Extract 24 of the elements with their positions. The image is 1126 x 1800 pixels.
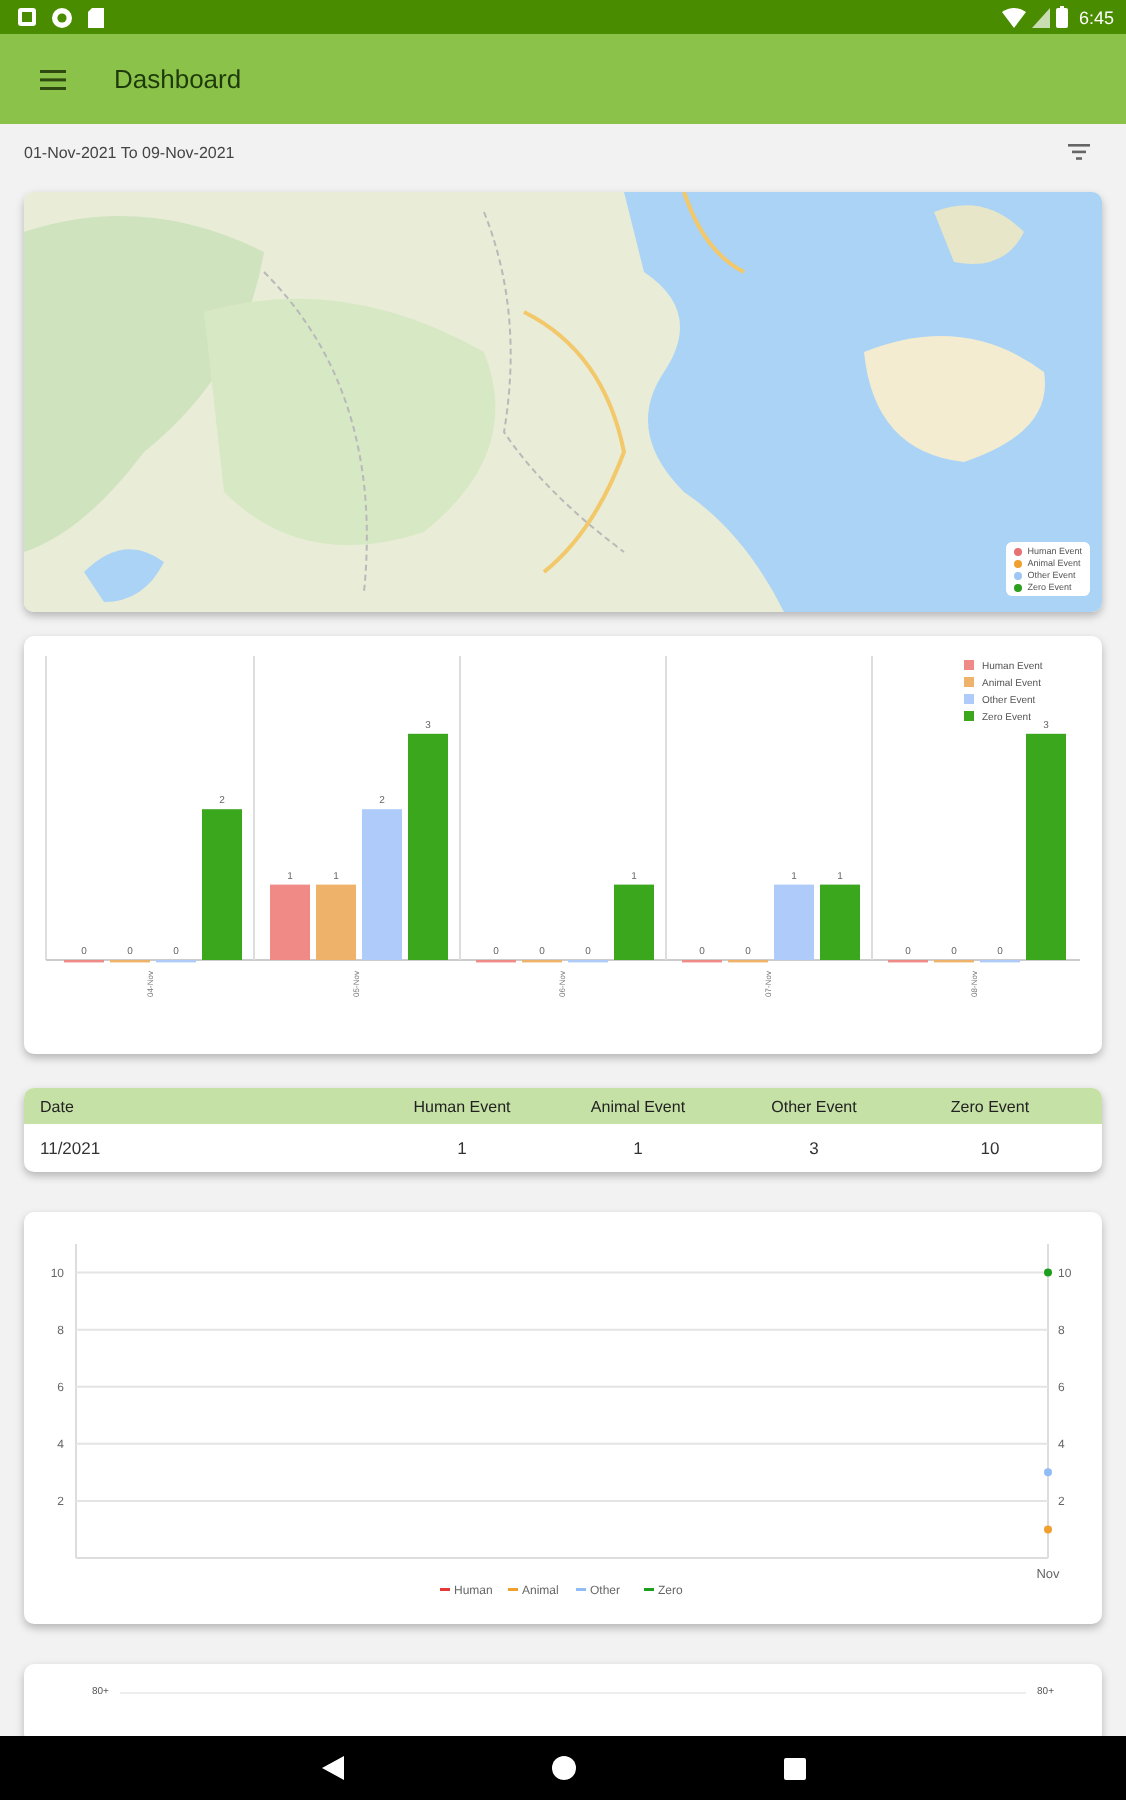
column-header: Date xyxy=(40,1097,76,1115)
column-header: Zero Event xyxy=(948,1097,1032,1115)
table-cell-text: 1 xyxy=(631,1138,645,1158)
table-cell-text: 3 xyxy=(807,1138,821,1158)
battery-icon xyxy=(1056,6,1069,28)
table-cell-text: 11/2021 xyxy=(40,1138,103,1158)
column-header: Animal Event xyxy=(588,1097,688,1115)
notification-icon xyxy=(18,8,36,26)
wifi-icon xyxy=(1002,7,1027,27)
table-cell-text: 10 xyxy=(978,1138,1002,1158)
signal-icon xyxy=(1032,7,1051,27)
table-cell-text: 1 xyxy=(455,1138,469,1158)
back-icon[interactable] xyxy=(321,1756,343,1780)
screen-title: Dashboard xyxy=(114,64,242,94)
status-time: 6:45 xyxy=(1078,7,1114,27)
menu-icon[interactable] xyxy=(40,69,66,89)
column-header: Human Event xyxy=(411,1097,513,1115)
settings-icon xyxy=(52,7,72,27)
filter-icon[interactable] xyxy=(1068,144,1090,160)
home-icon[interactable] xyxy=(551,1756,575,1780)
date-range: 01-Nov-2021 To 09-Nov-2021 xyxy=(24,143,235,161)
column-header: Other Event xyxy=(769,1097,859,1115)
recents-icon[interactable] xyxy=(783,1757,805,1779)
sd-card-icon xyxy=(88,7,104,27)
